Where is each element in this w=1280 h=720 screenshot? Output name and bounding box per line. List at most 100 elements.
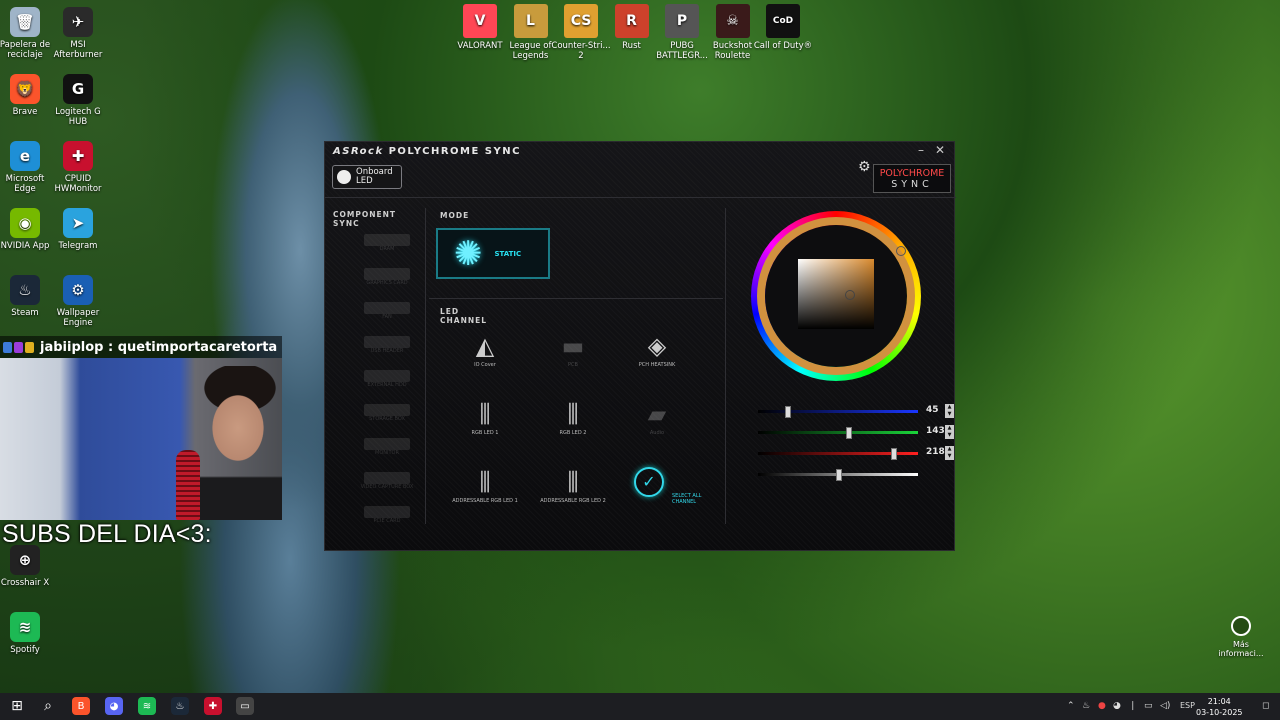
tray-mic-icon[interactable]: ❘ (1129, 701, 1137, 711)
close-button[interactable]: ✕ (935, 143, 945, 157)
component-label: GRAPHICS CARD (366, 280, 408, 286)
desktop-icon-spotify[interactable]: ≋ Spotify (0, 612, 55, 655)
more-info-button[interactable]: Más informaci... (1216, 616, 1266, 658)
header-divider (325, 197, 956, 198)
brightness-slider-knob[interactable] (836, 469, 842, 481)
blue-slider[interactable] (758, 406, 918, 418)
desktop-icon-wallpaper-engine[interactable]: ⚙ Wallpaper Engine (48, 275, 108, 328)
notification-bell-icon[interactable]: ◻ (1262, 701, 1269, 711)
settings-gear-icon[interactable]: ⚙ (858, 159, 871, 175)
desktop-icon-steam[interactable]: ♨ Steam (0, 275, 55, 318)
asrock-brand: ASRock (333, 146, 384, 157)
search-icon[interactable]: ⌕ (39, 697, 57, 715)
desktop-icon-hwmonitor[interactable]: ✚ CPUID HWMonitor (48, 141, 108, 194)
hwmonitor-icon[interactable]: ✚ (204, 697, 222, 715)
component-label: DRAM (379, 246, 395, 252)
desktop-icon-telegram[interactable]: ➤ Telegram (48, 208, 108, 251)
component-sync-item[interactable]: MONITOR (351, 438, 423, 464)
rust-icon: R (614, 4, 649, 38)
led-channel-6[interactable]: ▰ Audio (617, 398, 697, 442)
component-label: FAN (382, 314, 392, 320)
led-channel-1[interactable]: ◭ IO Cover (445, 330, 525, 374)
desktop-icon-msi-afterburner[interactable]: ✈ MSI Afterburner (48, 7, 108, 60)
tray-overflow-icon[interactable]: ⌃ (1067, 701, 1075, 711)
led-channel-icon: ▬ (561, 332, 585, 360)
led-channel-label: Audio (649, 430, 665, 436)
checkmark-icon: ✓ (634, 467, 664, 497)
recycle-bin-icon: 🗑 (10, 7, 40, 37)
desktop-icon-edge[interactable]: e Microsoft Edge (0, 141, 55, 194)
brightness-slider[interactable] (758, 469, 918, 481)
green-spinner[interactable]: ▲ ▼ (945, 425, 954, 439)
tray-volume-icon[interactable]: ◁) (1160, 701, 1170, 711)
hwmonitor-icon: ✚ (63, 141, 93, 171)
tray-network-icon[interactable]: ▭ (1144, 701, 1153, 711)
red-slider[interactable] (758, 448, 918, 460)
green-slider[interactable] (758, 427, 918, 439)
led-channel-icon: ◭ (475, 332, 495, 360)
led-channel-4[interactable]: ⫼ RGB LED 1 (445, 398, 525, 442)
select-all-channel-button[interactable]: ✓ SELECT ALL CHANNEL (634, 467, 704, 505)
tray-discord-icon[interactable]: ◕ (1113, 701, 1121, 711)
polychrome-sync-logo: POLYCHROME SYNC (873, 164, 951, 193)
desktop-icon-crosshair-x[interactable]: ⊕ Crosshair X (0, 545, 55, 588)
start-icon[interactable]: ⊞ (8, 697, 26, 715)
brave-icon[interactable]: B (72, 697, 90, 715)
spotify-icon[interactable]: ≋ (138, 697, 156, 715)
led-channel-icon: ▰ (647, 400, 667, 428)
chat-badge-icon (14, 341, 23, 353)
led-channel-2[interactable]: ▬ PCB (533, 330, 613, 374)
desktop-icon-brave[interactable]: 🦁 Brave (0, 74, 55, 117)
led-channel-8[interactable]: ⫼ ADDRESSABLE RGB LED 2 (533, 466, 613, 510)
logitech-icon: G (63, 74, 93, 104)
red-value: 218 (926, 447, 945, 457)
desktop-icon-logitech[interactable]: G Logitech G HUB (48, 74, 108, 127)
blue-slider-knob[interactable] (785, 406, 792, 418)
blue-spinner[interactable]: ▲ ▼ (945, 404, 954, 418)
taskbar-clock[interactable]: 21:04 03-10-2025 (1196, 696, 1243, 718)
tray-hwmonitor-icon[interactable]: ● (1098, 701, 1106, 711)
polychrome-icon[interactable]: ▭ (236, 697, 254, 715)
webcam-person (196, 366, 282, 520)
desktop-icon-cod[interactable]: CoD Call of Duty® (753, 4, 813, 51)
led-channel-3[interactable]: ◈ PCH HEATSINK (617, 330, 697, 374)
valorant-icon: V (463, 4, 497, 38)
led-channel-5[interactable]: ⫼ RGB LED 2 (533, 398, 613, 442)
green-slider-knob[interactable] (845, 427, 852, 439)
mode-static-button[interactable]: ✺ STATIC (436, 228, 550, 279)
component-sync-item[interactable]: GRAPHICS CARD (351, 268, 423, 294)
component-sync-item[interactable]: STORAGE BOX (351, 404, 423, 430)
chat-badge-icon (3, 341, 12, 353)
red-spinner[interactable]: ▲ ▼ (945, 446, 954, 460)
tray-steam-icon[interactable]: ♨ (1082, 701, 1090, 711)
discord-icon[interactable]: ◕ (105, 697, 123, 715)
desktop-icon-recycle-bin[interactable]: 🗑 Papelera de reciclaje (0, 7, 55, 60)
clock-date: 03-10-2025 (1196, 708, 1243, 717)
component-sync-item[interactable]: DRAM (351, 234, 423, 260)
desktop-icon-label: NVIDIA App (0, 241, 50, 251)
color-picker-cursor[interactable] (845, 290, 855, 300)
component-sync-item[interactable]: FAN (351, 302, 423, 328)
red-slider-knob[interactable] (891, 448, 898, 460)
color-divider (725, 208, 726, 524)
desktop-icon-nvidia[interactable]: ◉ NVIDIA App (0, 208, 55, 251)
pubg-icon: P (665, 4, 699, 38)
component-label: MONITOR (375, 450, 399, 456)
taskbar: ⊞ ⌕ B ◕ ≋ ♨ ✚ ▭ ⌃ ♨ ● ◕ ❘ ▭ ◁) ESP 21:04 03-10-… (0, 693, 1280, 720)
component-label: EXTERNAL HDD (367, 382, 407, 388)
component-shape-icon (364, 336, 410, 348)
component-sync-item[interactable]: USB HEADER (351, 336, 423, 362)
component-sync-item[interactable]: PCIE CARD (351, 506, 423, 532)
component-sync-item[interactable]: EXTERNAL HDD (351, 370, 423, 396)
component-sync-item[interactable]: VIDEO CAPTURE BOX (351, 472, 423, 498)
component-shape-icon (364, 302, 410, 314)
nvidia-icon: ◉ (10, 208, 40, 238)
steam-icon[interactable]: ♨ (171, 697, 189, 715)
webcam-microphone (176, 450, 200, 520)
led-channel-7[interactable]: ⫼ ADDRESSABLE RGB LED 1 (445, 466, 525, 510)
minimize-button[interactable]: – (918, 143, 924, 157)
tray-language[interactable]: ESP (1180, 701, 1195, 710)
hue-cursor[interactable] (896, 246, 906, 256)
saturation-square[interactable] (798, 259, 874, 329)
onboard-led-button[interactable]: Onboard LED (332, 165, 402, 189)
